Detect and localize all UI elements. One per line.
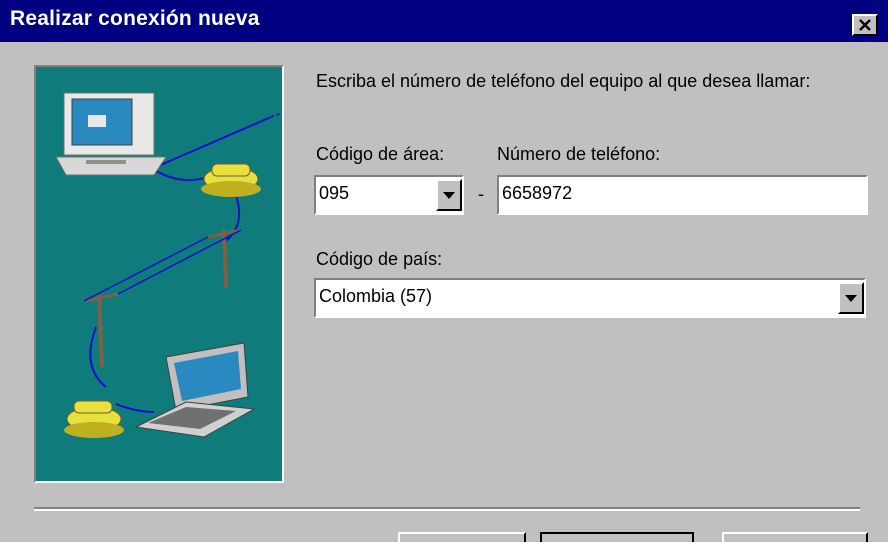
title-bar: Realizar conexión nueva	[0, 0, 888, 42]
footer-divider	[34, 507, 860, 511]
country-code-combo[interactable]: Colombia (57)	[314, 278, 866, 318]
country-code-label: Código de país:	[316, 249, 443, 269]
chevron-down-icon	[845, 295, 857, 302]
close-button[interactable]	[852, 14, 878, 36]
area-code-dropdown-button[interactable]	[436, 179, 462, 211]
computer-icon	[55, 92, 167, 176]
phone-number-label: Número de teléfono:	[497, 144, 661, 164]
country-code-dropdown-button[interactable]	[838, 282, 864, 314]
area-code-label: Código de área:	[316, 144, 445, 164]
window-title: Realizar conexión nueva	[10, 7, 260, 30]
country-code-value: Colombia (57)	[319, 286, 433, 306]
instruction-text: Escriba el número de teléfono del equipo…	[316, 71, 811, 91]
close-x-icon	[859, 19, 871, 31]
phone-number-value: 6658972	[502, 183, 573, 203]
connection-illustration	[34, 65, 284, 483]
phone-number-input[interactable]: 6658972	[497, 175, 868, 215]
next-button[interactable]	[540, 532, 694, 542]
cancel-button[interactable]	[722, 532, 868, 542]
chevron-down-icon	[443, 192, 455, 199]
area-code-combo[interactable]: 095	[314, 175, 464, 215]
area-code-value: 095	[319, 183, 350, 203]
laptop-icon	[134, 342, 256, 438]
back-button[interactable]	[398, 532, 526, 542]
area-phone-separator: -	[478, 184, 484, 204]
new-connection-dialog: Realizar conexión nueva Escriba el númer…	[0, 0, 888, 542]
utility-pole-icon	[83, 228, 242, 368]
